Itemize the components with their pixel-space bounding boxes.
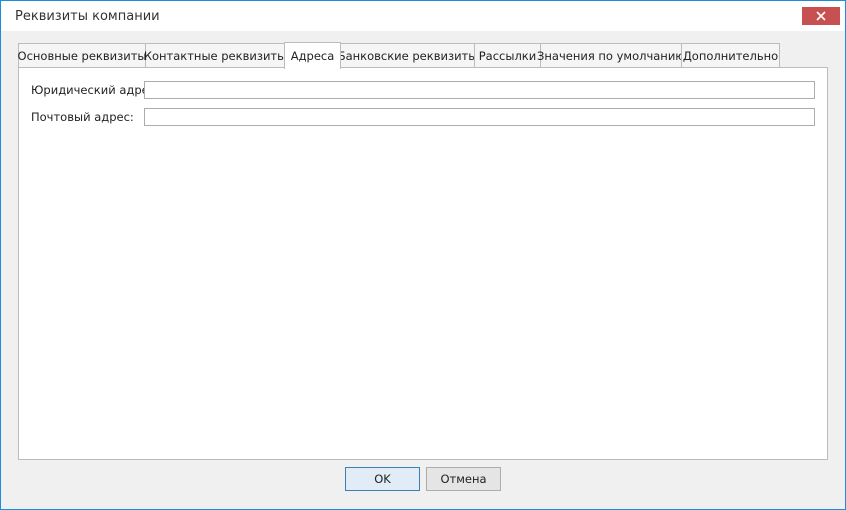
close-icon bbox=[816, 11, 826, 21]
legal-address-label: Юридический адрес: bbox=[31, 83, 159, 97]
ok-button-label: OK bbox=[374, 472, 391, 486]
tab-default-values[interactable]: Значения по умолчанию bbox=[537, 43, 685, 67]
tab-additional[interactable]: Дополнительно bbox=[681, 43, 780, 67]
tab-label: Рассылки bbox=[478, 48, 537, 63]
cancel-button-label: Отмена bbox=[440, 472, 487, 486]
ok-button[interactable]: OK bbox=[345, 467, 420, 491]
tab-bar: Основные реквизиты Контактные реквизиты … bbox=[17, 42, 830, 69]
tab-label: Контактные реквизиты bbox=[143, 48, 287, 63]
tab-label: Банковские реквизиты bbox=[337, 48, 478, 63]
tab-label: Дополнительно bbox=[682, 48, 779, 63]
close-button[interactable] bbox=[802, 7, 840, 25]
tab-mailings[interactable]: Рассылки bbox=[474, 43, 541, 67]
postal-address-input[interactable] bbox=[144, 108, 815, 126]
tab-label: Значения по умолчанию bbox=[537, 48, 685, 63]
tab-label: Адреса bbox=[290, 49, 335, 63]
tab-main-details[interactable]: Основные реквизиты bbox=[17, 43, 147, 67]
title-bar: Реквизиты компании bbox=[1, 1, 845, 31]
cancel-button[interactable]: Отмена bbox=[426, 467, 501, 491]
tab-contact-details[interactable]: Контактные реквизиты bbox=[143, 43, 287, 67]
tab-bank-details[interactable]: Банковские реквизиты bbox=[337, 43, 478, 67]
tab-label: Основные реквизиты bbox=[17, 48, 147, 63]
tab-addresses[interactable]: Адреса bbox=[284, 42, 341, 69]
legal-address-input[interactable] bbox=[144, 81, 815, 99]
postal-address-label: Почтовый адрес: bbox=[31, 110, 134, 124]
window-title: Реквизиты компании bbox=[15, 9, 160, 24]
tab-panel-addresses: Юридический адрес: Почтовый адрес: bbox=[18, 67, 828, 460]
